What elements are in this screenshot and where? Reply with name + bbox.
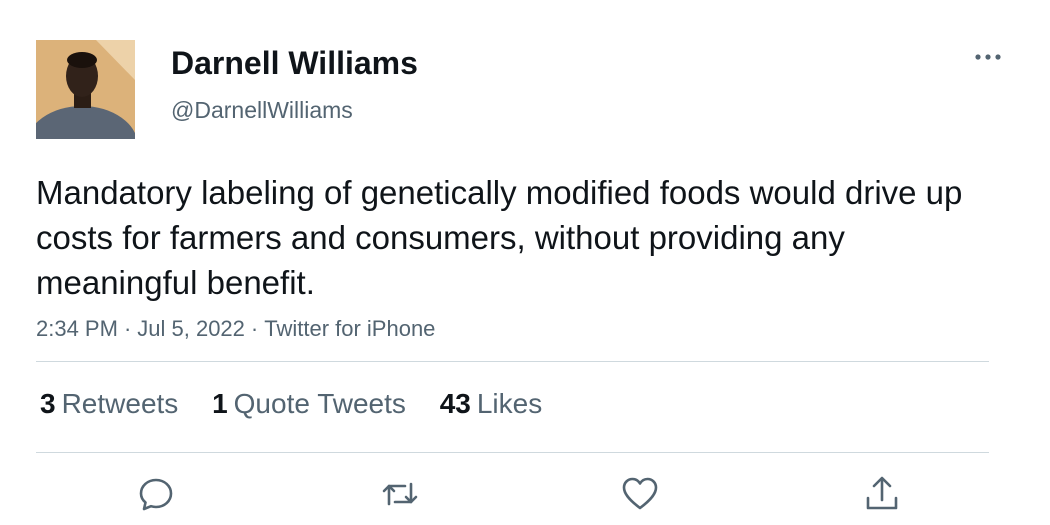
heart-icon xyxy=(622,477,658,510)
retweet-icon xyxy=(382,482,418,506)
like-button[interactable] xyxy=(620,474,660,514)
retweet-button[interactable] xyxy=(380,474,420,514)
avatar[interactable] xyxy=(36,40,135,139)
likes-count: 43 xyxy=(439,388,471,419)
meta-separator: · xyxy=(250,316,259,341)
divider xyxy=(36,361,989,362)
reply-button[interactable] xyxy=(136,474,176,514)
likes-label: Likes xyxy=(476,388,543,419)
retweets-count: 3 xyxy=(40,388,56,419)
share-button[interactable] xyxy=(862,474,902,514)
likes-stat[interactable]: 43 Likes xyxy=(440,387,543,421)
tweet-time[interactable]: 2:34 PM xyxy=(36,316,118,341)
tweet-text: Mandatory labeling of genetically modifi… xyxy=(36,174,963,301)
more-dots-icon xyxy=(975,54,1001,60)
quote-tweets-stat[interactable]: 1 Quote Tweets xyxy=(212,387,406,421)
display-name[interactable]: Darnell Williams xyxy=(171,44,418,82)
share-icon xyxy=(866,476,898,510)
quote-tweets-count: 1 xyxy=(212,388,228,419)
user-handle[interactable]: @DarnellWilliams xyxy=(171,96,353,124)
reply-icon xyxy=(139,478,173,511)
more-options-button[interactable] xyxy=(972,44,1004,70)
tweet-source[interactable]: Twitter for iPhone xyxy=(264,316,435,341)
retweets-label: Retweets xyxy=(61,388,179,419)
quote-tweets-label: Quote Tweets xyxy=(233,388,406,419)
divider xyxy=(36,452,989,453)
tweet-date[interactable]: Jul 5, 2022 xyxy=(137,316,245,341)
profile-photo xyxy=(36,40,135,139)
tweet-meta: 2:34 PM · Jul 5, 2022 · Twitter for iPhone xyxy=(36,315,435,343)
retweets-stat[interactable]: 3 Retweets xyxy=(40,387,178,421)
tweet-stats: 3 Retweets 1 Quote Tweets 43 Likes xyxy=(40,387,568,421)
meta-separator: · xyxy=(123,316,132,341)
